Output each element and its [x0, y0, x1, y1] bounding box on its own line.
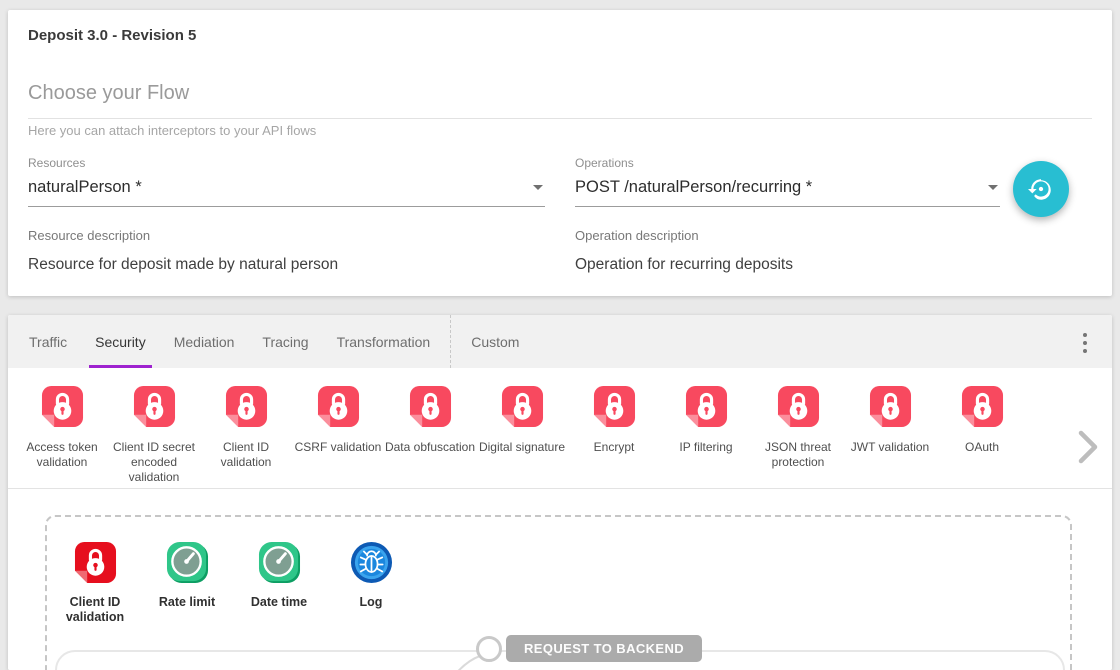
palette-item-ip-filtering[interactable]: IP filtering — [660, 368, 752, 488]
palette-item-label: Data obfuscation — [385, 440, 475, 455]
operation-description-label: Operation description — [575, 228, 1000, 243]
palette-item-label: IP filtering — [679, 440, 732, 455]
operation-description-value: Operation for recurring deposits — [575, 256, 1000, 274]
palette-item-label: OAuth — [965, 440, 999, 455]
palette-item-data-obfuscation[interactable]: Data obfuscation — [384, 368, 476, 488]
lock-badge-icon — [593, 385, 636, 428]
resource-description-value: Resource for deposit made by natural per… — [28, 256, 545, 274]
lock-badge-icon — [685, 385, 728, 428]
operations-select-value: POST /naturalPerson/recurring * — [575, 178, 812, 196]
flow-item-label: Log — [360, 595, 383, 610]
flow-item-label: Client ID validation — [49, 595, 141, 625]
flow-section-title: Choose your Flow — [28, 82, 1092, 119]
palette-item-label: Client ID validation — [200, 440, 292, 470]
lock-badge-icon — [869, 385, 912, 428]
api-title: Deposit 3.0 - Revision 5 — [28, 27, 196, 44]
chevron-right-icon — [1078, 430, 1098, 464]
tab-traffic[interactable]: Traffic — [15, 315, 81, 368]
palette-item-jwt-validation[interactable]: JWT validation — [844, 368, 936, 488]
history-restore-icon — [1028, 176, 1054, 202]
palette-item-label: Encrypt — [594, 440, 635, 455]
tab-transformation[interactable]: Transformation — [323, 315, 445, 368]
flow-canvas: Client ID validation Rate limit Date tim… — [8, 489, 1112, 670]
palette-item-encrypt[interactable]: Encrypt — [568, 368, 660, 488]
palette-item-label: Access token validation — [16, 440, 108, 470]
interceptors-panel-card: Traffic Security Mediation Tracing Trans… — [8, 315, 1112, 670]
resource-description-label: Resource description — [28, 228, 545, 243]
lock-badge-icon — [74, 541, 117, 584]
request-to-backend-badge: REQUEST TO BACKEND — [506, 635, 702, 662]
flow-section-subtitle: Here you can attach interceptors to your… — [28, 123, 316, 138]
lock-badge-icon — [225, 385, 268, 428]
palette-item-label: Client ID secret encoded validation — [108, 440, 200, 485]
bug-icon — [350, 541, 393, 584]
palette-item-csrf-validation[interactable]: CSRF validation — [292, 368, 384, 488]
flow-select-row: Resources naturalPerson * Operations POS… — [28, 156, 1092, 207]
palette-item-json-threat-protection[interactable]: JSON threat protection — [752, 368, 844, 488]
palette-item-digital-signature[interactable]: Digital signature — [476, 368, 568, 488]
tab-tracing[interactable]: Tracing — [248, 315, 322, 368]
lock-badge-icon — [317, 385, 360, 428]
flow-chooser-card: Deposit 3.0 - Revision 5 Choose your Flo… — [8, 10, 1112, 296]
attached-interceptors: Client ID validation Rate limit Date tim… — [49, 541, 417, 625]
lock-badge-icon — [501, 385, 544, 428]
kebab-dot — [1083, 341, 1087, 345]
tab-security[interactable]: Security — [81, 315, 160, 368]
flow-item-label: Date time — [251, 595, 307, 610]
description-row: Resource description Resource for deposi… — [28, 228, 1092, 274]
interceptor-tabbar: Traffic Security Mediation Tracing Trans… — [8, 315, 1112, 368]
flow-item-rate-limit[interactable]: Rate limit — [141, 541, 233, 625]
resources-select[interactable]: naturalPerson * — [28, 178, 545, 207]
operations-select[interactable]: POST /naturalPerson/recurring * — [575, 178, 1000, 207]
palette-item-client-id-validation[interactable]: Client ID validation — [200, 368, 292, 488]
palette-item-label: Digital signature — [479, 440, 565, 455]
flow-node-connector[interactable] — [476, 636, 502, 662]
palette-item-label: CSRF validation — [295, 440, 382, 455]
lock-badge-icon — [133, 385, 176, 428]
gauge-icon — [258, 541, 301, 584]
kebab-dot — [1083, 333, 1087, 337]
palette-item-access-token-validation[interactable]: Access token validation — [16, 368, 108, 488]
palette-item-oauth[interactable]: OAuth — [936, 368, 1028, 488]
flow-item-client-id-validation[interactable]: Client ID validation — [49, 541, 141, 625]
palette-item-label: JWT validation — [851, 440, 929, 455]
more-options-button[interactable] — [1080, 330, 1090, 356]
flow-item-label: Rate limit — [159, 595, 215, 610]
resources-select-value: naturalPerson * — [28, 178, 142, 196]
chevron-down-icon[interactable] — [988, 185, 998, 190]
kebab-dot — [1083, 349, 1087, 353]
palette-item-client-id-secret-encoded-validation[interactable]: Client ID secret encoded validation — [108, 368, 200, 488]
lock-badge-icon — [961, 385, 1004, 428]
tab-custom[interactable]: Custom — [457, 315, 533, 368]
history-restore-button[interactable] — [1013, 161, 1069, 217]
flow-item-date-time[interactable]: Date time — [233, 541, 325, 625]
resources-label: Resources — [28, 156, 545, 170]
tab-mediation[interactable]: Mediation — [160, 315, 249, 368]
chevron-down-icon[interactable] — [533, 185, 543, 190]
flow-item-log[interactable]: Log — [325, 541, 417, 625]
lock-badge-icon — [41, 385, 84, 428]
operations-label: Operations — [575, 156, 1000, 170]
interceptor-palette: Access token validation Client ID secret… — [8, 368, 1112, 489]
palette-scroll-next-button[interactable] — [1078, 430, 1098, 469]
gauge-icon — [166, 541, 209, 584]
lock-badge-icon — [409, 385, 452, 428]
palette-item-label: JSON threat protection — [752, 440, 844, 470]
tab-divider — [450, 315, 451, 368]
lock-badge-icon — [777, 385, 820, 428]
